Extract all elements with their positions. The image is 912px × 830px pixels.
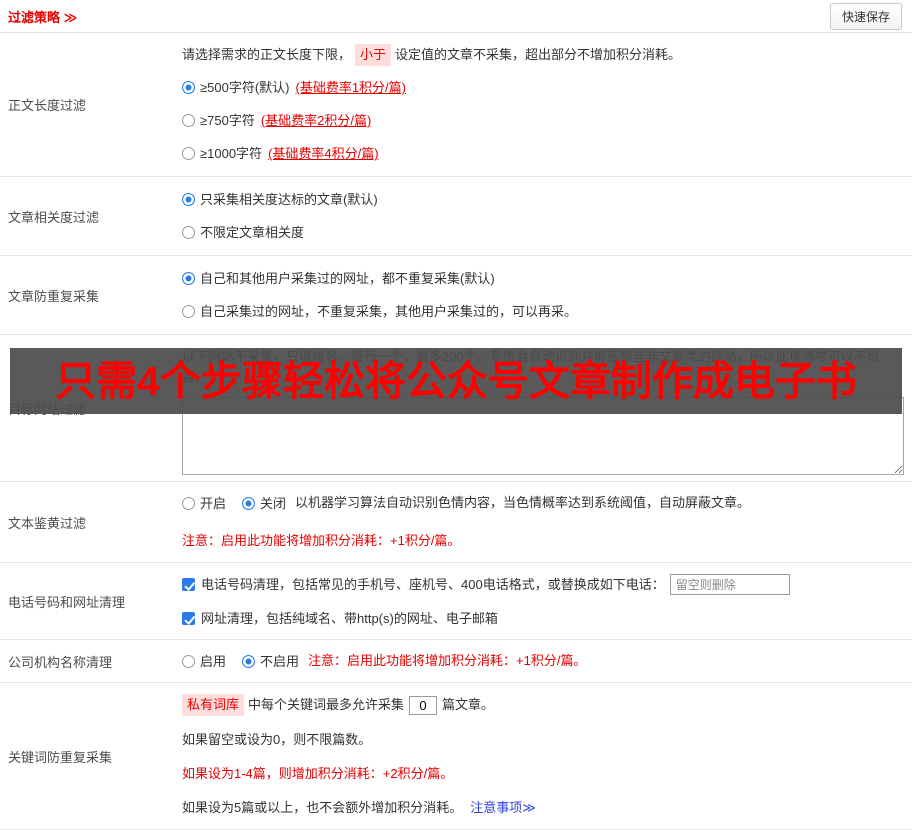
quick-save-button[interactable]: 快速保存 (829, 2, 902, 30)
option-label: ≥500字符(默认) (200, 80, 290, 95)
keyword-limit-line: 私有词库 中每个关键词最多允许采集 篇文章。 (182, 694, 904, 716)
option-fee-note: (基础费率1积分/篇) (295, 80, 406, 95)
porn-option-on[interactable]: 开启 (182, 494, 226, 513)
radio-icon[interactable] (182, 654, 195, 668)
promo-overlay-text: 只需4个步骤轻松将公众号文章制作成电子书 (55, 357, 857, 404)
keyword-limit-text: 中每个关键词最多允许采集 (248, 697, 405, 712)
section-relevance-filter: 文章相关度过滤 只采集相关度达标的文章(默认) 不限定文章相关度 (0, 177, 912, 256)
company-clean-content: 启用 不启用 注意：启用此功能将增加积分消耗：+1积分/篇。 (176, 640, 912, 682)
checkbox-icon[interactable] (182, 612, 195, 625)
checkbox-icon[interactable] (182, 578, 195, 591)
promo-overlay-banner: 只需4个步骤轻松将公众号文章制作成电子书 (10, 348, 902, 414)
option-label: 自己采集过的网址，不重复采集，其他用户采集过的，可以再采。 (200, 304, 578, 319)
company-clean-on[interactable]: 启用 (182, 652, 226, 671)
phone-clean-option[interactable]: 电话号码清理，包括常见的手机号、座机号、400电话格式，或替换成如下电话： (182, 575, 665, 594)
porn-filter-content: 开启 关闭 以机器学习算法自动识别色情内容，当色情概率达到系统阈值，自动屏蔽文章… (176, 482, 912, 562)
relevance-filter-content: 只采集相关度达标的文章(默认) 不限定文章相关度 (176, 177, 912, 255)
porn-filter-warning: 注意：启用此功能将增加积分消耗：+1积分/篇。 (182, 533, 461, 548)
keyword-limit-input[interactable] (409, 695, 438, 715)
radio-icon[interactable] (242, 654, 256, 668)
article-dedup-label: 文章防重复采集 (8, 288, 100, 304)
porn-filter-label: 文本鉴黄过滤 (8, 515, 87, 531)
option-label: 启用 (200, 653, 227, 669)
option-label: 只采集相关度达标的文章(默认) (200, 192, 378, 207)
option-label: ≥750字符 (200, 113, 255, 128)
keyword-limit-suffix: 篇文章。 (442, 697, 495, 712)
relevance-option-any[interactable]: 不限定文章相关度 (182, 223, 904, 242)
radio-icon[interactable] (182, 272, 195, 285)
company-clean-options: 启用 不启用 注意：启用此功能将增加积分消耗：+1积分/篇。 (182, 651, 904, 671)
private-lexicon-highlight: 私有词库 (182, 694, 245, 716)
option-label: ≥1000字符 (200, 146, 263, 161)
intro-highlight: 小于 (355, 44, 392, 66)
section-porn-filter: 文本鉴黄过滤 开启 关闭 以机器学习算法自动识别色情内容，当色情概率达到系统阈值… (0, 482, 912, 563)
option-label: 开启 (200, 495, 227, 511)
keyword-dedup-content: 私有词库 中每个关键词最多允许采集 篇文章。 如果留空或设为0，则不限篇数。 如… (176, 683, 912, 829)
porn-option-off[interactable]: 关闭 (242, 494, 286, 513)
length-filter-label: 正文长度过滤 (8, 98, 87, 113)
page-title[interactable]: 过滤策略 ≫ (8, 7, 77, 26)
porn-filter-desc: 以机器学习算法自动识别色情内容，当色情概率达到系统阈值，自动屏蔽文章。 (295, 495, 751, 510)
length-option-750[interactable]: ≥750字符 (基础费率2积分/篇) (182, 111, 904, 130)
url-clean-option[interactable]: 网址清理，包括纯域名、带http(s)的网址、电子邮箱 (182, 609, 498, 628)
radio-icon[interactable] (182, 81, 195, 94)
length-option-500[interactable]: ≥500字符(默认) (基础费率1积分/篇) (182, 78, 904, 97)
radio-icon[interactable] (182, 193, 195, 206)
keyword-note-empty: 如果留空或设为0，则不限篇数。 (182, 732, 372, 747)
option-fee-note: (基础费率4积分/篇) (268, 146, 379, 161)
relevance-filter-label: 文章相关度过滤 (8, 209, 100, 225)
keyword-note-free-text: 如果设为5篇或以上，也不会额外增加积分消耗。 (182, 800, 463, 815)
relevance-option-strict[interactable]: 只采集相关度达标的文章(默认) (182, 190, 904, 209)
intro-suffix: 设定值的文章不采集，超出部分不增加积分消耗。 (395, 47, 682, 62)
intro-prefix: 请选择需求的正文长度下限， (182, 47, 352, 62)
option-label: 不启用 (260, 653, 300, 669)
section-phone-url-clean: 电话号码和网址清理 电话号码清理，包括常见的手机号、座机号、400电话格式，或替… (0, 563, 912, 640)
article-dedup-content: 自己和其他用户采集过的网址，都不重复采集(默认) 自己采集过的网址，不重复采集，… (176, 256, 912, 334)
dedup-option-self-only[interactable]: 自己采集过的网址，不重复采集，其他用户采集过的，可以再采。 (182, 302, 904, 321)
option-label: 网址清理，包括纯域名、带http(s)的网址、电子邮箱 (201, 611, 498, 626)
length-filter-intro: 请选择需求的正文长度下限， 小于 设定值的文章不采集，超出部分不增加积分消耗。 (182, 44, 904, 66)
porn-filter-options: 开启 关闭 以机器学习算法自动识别色情内容，当色情概率达到系统阈值，自动屏蔽文章… (182, 493, 904, 513)
replacement-phone-input[interactable] (669, 574, 790, 595)
section-length-filter: 正文长度过滤 请选择需求的正文长度下限， 小于 设定值的文章不采集，超出部分不增… (0, 33, 912, 177)
option-label: 不限定文章相关度 (200, 225, 305, 240)
section-company-clean: 公司机构名称清理 启用 不启用 注意：启用此功能将增加积分消耗：+1积分/篇。 (0, 640, 912, 683)
section-keyword-dedup: 关键词防重复采集 私有词库 中每个关键词最多允许采集 篇文章。 如果留空或设为0… (0, 683, 912, 830)
phone-clean-line: 电话号码清理，包括常见的手机号、座机号、400电话格式，或替换成如下电话： (182, 574, 904, 595)
length-filter-content: 请选择需求的正文长度下限， 小于 设定值的文章不采集，超出部分不增加积分消耗。 … (176, 33, 912, 176)
radio-icon[interactable] (182, 305, 195, 318)
length-option-1000[interactable]: ≥1000字符 (基础费率4积分/篇) (182, 144, 904, 163)
radio-icon[interactable] (182, 114, 195, 127)
radio-icon[interactable] (182, 147, 195, 160)
keyword-dedup-label: 关键词防重复采集 (8, 749, 113, 765)
option-fee-note: (基础费率2积分/篇) (260, 113, 372, 128)
topbar: 过滤策略 ≫ 快速保存 (0, 0, 912, 33)
keyword-note-cost: 如果设为1-4篇，则增加积分消耗：+2积分/篇。 (182, 766, 454, 781)
option-label: 自己和其他用户采集过的网址，都不重复采集(默认) (200, 271, 495, 286)
radio-icon[interactable] (182, 226, 195, 239)
company-clean-off[interactable]: 不启用 (242, 652, 299, 671)
section-article-dedup: 文章防重复采集 自己和其他用户采集过的网址，都不重复采集(默认) 自己采集过的网… (0, 256, 912, 335)
company-clean-warning: 注意：启用此功能将增加积分消耗：+1积分/篇。 (308, 653, 587, 668)
dedup-option-global[interactable]: 自己和其他用户采集过的网址，都不重复采集(默认) (182, 269, 904, 288)
url-clean-line: 网址清理，包括纯域名、带http(s)的网址、电子邮箱 (182, 609, 904, 628)
phone-url-clean-label: 电话号码和网址清理 (8, 594, 126, 610)
filter-strategy-page: 过滤策略 ≫ 快速保存 正文长度过滤 请选择需求的正文长度下限， 小于 设定值的… (0, 0, 912, 830)
phone-url-clean-content: 电话号码清理，包括常见的手机号、座机号、400电话格式，或替换成如下电话： 网址… (176, 563, 912, 639)
notes-link[interactable]: 注意事项≫ (470, 798, 536, 818)
radio-icon[interactable] (182, 496, 195, 510)
option-label: 关闭 (260, 495, 287, 511)
option-label: 电话号码清理，包括常见的手机号、座机号、400电话格式，或替换成如下电话： (201, 577, 665, 592)
company-clean-label: 公司机构名称清理 (8, 654, 113, 670)
radio-icon[interactable] (242, 496, 256, 510)
keyword-note-free: 如果设为5篇或以上，也不会额外增加积分消耗。 注意事项≫ (182, 798, 904, 818)
